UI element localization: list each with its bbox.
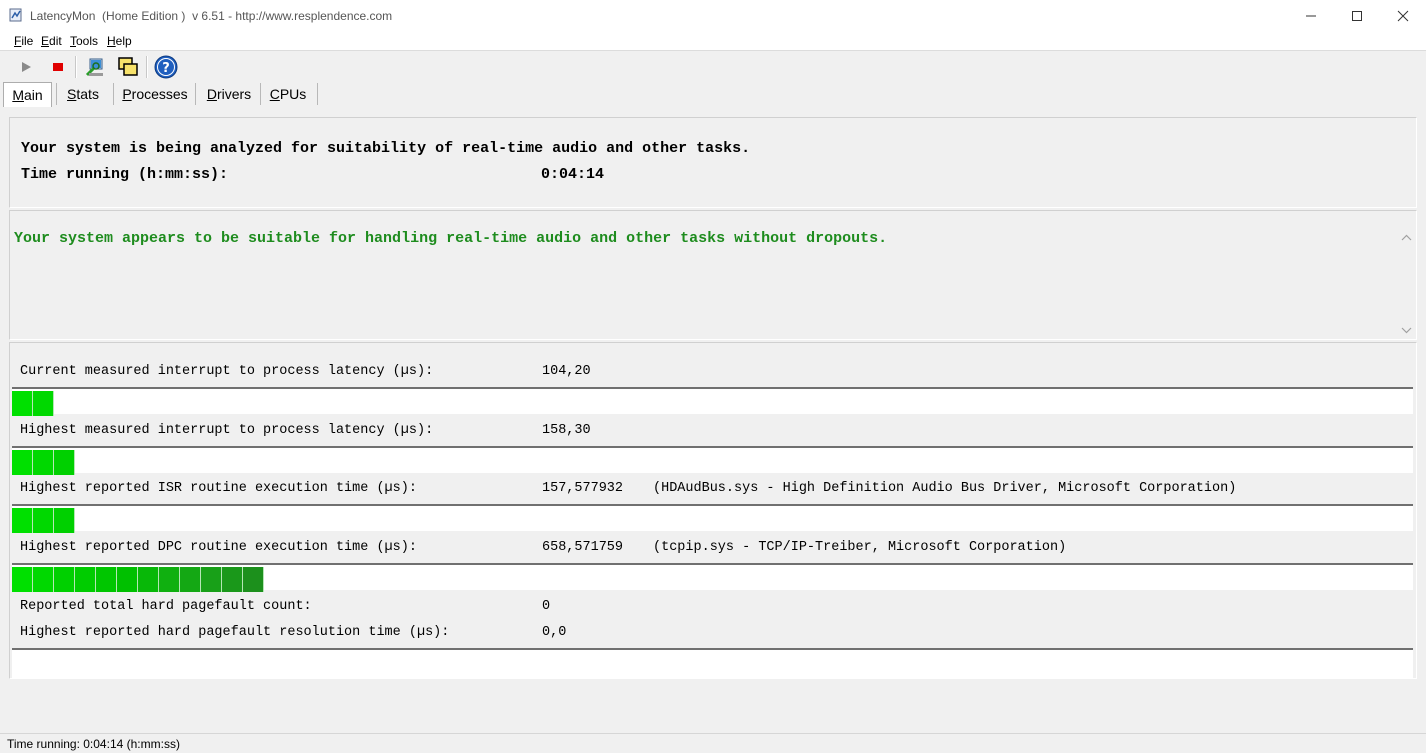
time-running-label: Time running (h:mm:ss): [21, 166, 229, 183]
close-button[interactable] [1380, 0, 1426, 32]
pagefault-count-value: 0 [542, 599, 551, 614]
result-scrollbar[interactable] [1398, 229, 1415, 339]
tab-divider [260, 83, 261, 105]
highest-dpc-bar [12, 563, 1413, 592]
svg-text:?: ? [162, 61, 170, 76]
menu-edit[interactable]: Edit [41, 34, 62, 48]
tab-main[interactable]: Main [3, 82, 52, 107]
tab-drivers[interactable]: Drivers [200, 83, 258, 105]
bar-segment [12, 508, 33, 533]
bar-segment [201, 567, 222, 592]
maximize-icon [1352, 11, 1362, 21]
toolbar-separator [75, 56, 77, 78]
status-bar: Time running: 0:04:14 (h:mm:ss) [0, 733, 1426, 753]
bar-segment [54, 508, 75, 533]
highest-isr-value: 157,577932 [542, 481, 624, 496]
bar-segment [96, 567, 117, 592]
scroll-up-icon[interactable] [1398, 229, 1415, 246]
time-running-value: 0:04:14 [541, 166, 605, 183]
pagefault-count-label: Reported total hard pagefault count: [20, 599, 312, 614]
bar-segment [75, 567, 96, 592]
tab-divider [56, 83, 57, 105]
highest-dpc-bar-fill [12, 567, 264, 592]
minimize-button[interactable] [1288, 0, 1334, 32]
minimize-icon [1306, 15, 1316, 17]
highest-isr-driver: (HDAudBus.sys - High Definition Audio Bu… [653, 481, 1237, 496]
bar-segment [138, 567, 159, 592]
windows-icon [118, 57, 138, 76]
bar-segment [33, 450, 54, 475]
close-icon [1397, 10, 1409, 22]
tab-divider [317, 83, 318, 105]
highest-latency-bar-fill [12, 450, 75, 475]
bar-segment [12, 450, 33, 475]
tab-processes[interactable]: Processes [118, 83, 192, 105]
stop-button[interactable] [46, 55, 70, 79]
help-button[interactable]: ? [154, 55, 178, 79]
current-latency-label: Current measured interrupt to process la… [20, 364, 434, 379]
highest-latency-label: Highest measured interrupt to process la… [20, 423, 434, 438]
current-latency-value: 104,20 [542, 364, 591, 379]
help-icon: ? [154, 55, 178, 79]
bar-segment [33, 508, 54, 533]
highest-dpc-label: Highest reported DPC routine execution t… [20, 540, 417, 555]
bar-segment [12, 567, 33, 592]
scroll-down-icon[interactable] [1398, 322, 1415, 339]
analyzing-message: Your system is being analyzed for suitab… [21, 140, 751, 157]
bar-segment [243, 567, 264, 592]
tab-bar: Main Stats Processes Drivers CPUs [0, 81, 1426, 107]
bar-segment [54, 450, 75, 475]
toolbar-separator [146, 56, 148, 78]
tab-stats[interactable]: Stats [60, 83, 106, 105]
highest-isr-bar [12, 504, 1413, 533]
highest-isr-bar-fill [12, 508, 75, 533]
analysis-status-panel [9, 117, 1417, 208]
bar-segment [159, 567, 180, 592]
menu-tools[interactable]: Tools [70, 34, 98, 48]
bar-segment [180, 567, 201, 592]
window-title: LatencyMon (Home Edition ) v 6.51 - http… [30, 9, 393, 23]
analyze-icon [85, 58, 103, 77]
stop-icon [53, 63, 63, 71]
pagefault-time-label: Highest reported hard pagefault resoluti… [20, 625, 450, 640]
current-latency-bar-fill [12, 391, 54, 416]
start-button[interactable] [14, 55, 38, 79]
latencymon-app-icon [9, 8, 23, 22]
current-latency-bar [12, 387, 1413, 416]
pagefault-time-bar [12, 648, 1413, 678]
menu-bar: File Edit Tools Help [0, 32, 1426, 51]
highest-dpc-value: 658,571759 [542, 540, 624, 555]
pagefault-time-value: 0,0 [542, 625, 567, 640]
highest-isr-label: Highest reported ISR routine execution t… [20, 481, 417, 496]
bar-segment [12, 391, 33, 416]
highest-latency-value: 158,30 [542, 423, 591, 438]
result-message: Your system appears to be suitable for h… [14, 230, 888, 247]
highest-latency-bar [12, 446, 1413, 475]
analyze-button[interactable] [84, 55, 108, 79]
menu-file[interactable]: File [14, 34, 33, 48]
bar-segment [222, 567, 243, 592]
play-icon [22, 62, 31, 72]
tab-cpus[interactable]: CPUs [264, 83, 312, 105]
bar-segment [33, 567, 54, 592]
bar-segment [33, 391, 54, 416]
tab-divider [195, 83, 196, 105]
highest-dpc-driver: (tcpip.sys - TCP/IP-Treiber, Microsoft C… [653, 540, 1067, 555]
status-bar-text: Time running: 0:04:14 (h:mm:ss) [7, 737, 180, 751]
tab-divider [113, 83, 114, 105]
title-bar[interactable]: LatencyMon (Home Edition ) v 6.51 - http… [0, 0, 1426, 32]
windows-button[interactable] [116, 55, 140, 79]
menu-help[interactable]: Help [107, 34, 132, 48]
bar-segment [117, 567, 138, 592]
bar-segment [54, 567, 75, 592]
toolbar: ? [0, 51, 1426, 81]
maximize-button[interactable] [1334, 0, 1380, 32]
